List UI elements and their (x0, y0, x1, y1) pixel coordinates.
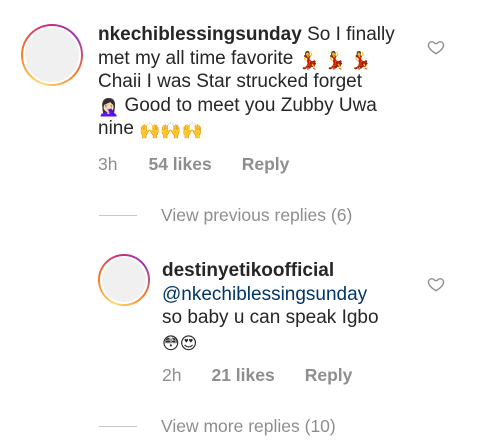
reply-mention-link[interactable]: @nkechiblessingsunday (162, 284, 367, 305)
reply-meta: 2h 21 likes Reply (162, 365, 352, 386)
raising-hands-emoji: 🙌🙌🙌 (139, 121, 203, 140)
thread-line (99, 215, 137, 216)
reply-reply-button[interactable]: Reply (305, 365, 353, 386)
view-more-replies-label: View more replies (10) (161, 416, 336, 436)
view-previous-replies[interactable]: View previous replies (6) (99, 205, 352, 226)
view-previous-replies-label: View previous replies (6) (161, 205, 353, 225)
reply-avatar[interactable] (98, 254, 150, 306)
comment-text-line2: met my all time favorite (98, 47, 299, 69)
comment-text-line3: Chaii I was Star strucked forget (98, 71, 362, 92)
comment-likes[interactable]: 54 likes (148, 154, 211, 175)
facepalm-emoji: 🤦🏻‍♀️ (98, 97, 120, 117)
comment-text-line1: So I finally (301, 24, 395, 45)
reply-username[interactable]: destinyetikoofficial (162, 260, 334, 281)
reply-body: destinyetikoofficial @nkechiblessingsund… (162, 259, 422, 353)
comment-text-line4: Good to meet you Zubby Uwa (119, 94, 377, 116)
thread-line (99, 426, 137, 427)
heart-outline-icon (427, 278, 445, 292)
reply-likes[interactable]: 21 likes (211, 365, 274, 386)
comment-like-button[interactable] (427, 38, 445, 61)
flushed-heart-eyes-emoji: 😳😍 (162, 333, 198, 353)
comment-body: nkechiblessingsunday So I finally met my… (98, 23, 418, 141)
comment-time: 3h (98, 154, 118, 174)
reply-time: 2h (162, 365, 182, 385)
commenter-avatar[interactable] (21, 24, 83, 86)
view-more-replies[interactable]: View more replies (10) (99, 416, 336, 437)
heart-outline-icon (427, 41, 445, 55)
comment-reply-button[interactable]: Reply (242, 154, 290, 175)
reply-text: so baby u can speak Igbo (162, 307, 379, 328)
comment-text-line5: nine (98, 118, 140, 139)
dancer-emoji: 💃 💃 💃 (298, 50, 372, 70)
comment-username[interactable]: nkechiblessingsunday (98, 24, 302, 45)
comment-meta: 3h 54 likes Reply (98, 154, 289, 175)
reply-like-button[interactable] (427, 275, 445, 298)
